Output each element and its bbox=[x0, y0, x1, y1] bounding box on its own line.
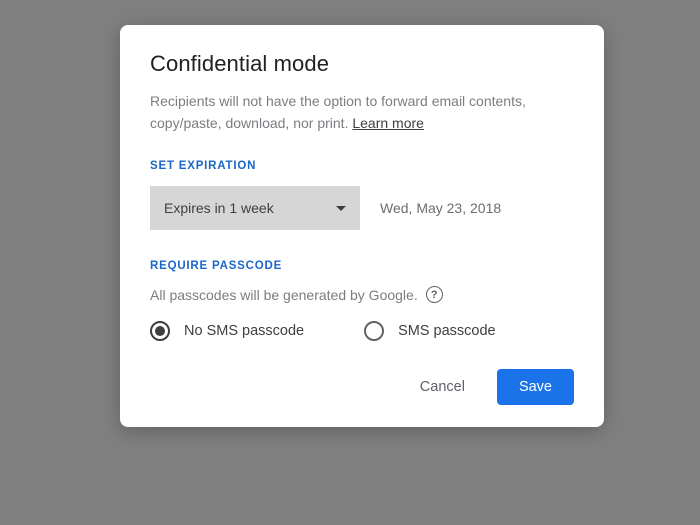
description-text: Recipients will not have the option to f… bbox=[150, 93, 526, 131]
confidential-mode-dialog: Confidential mode Recipients will not ha… bbox=[120, 25, 604, 427]
passcode-description-row: All passcodes will be generated by Googl… bbox=[150, 286, 574, 303]
dialog-actions: Cancel Save bbox=[150, 369, 574, 405]
radio-label-no-sms: No SMS passcode bbox=[184, 323, 304, 339]
expiration-date: Wed, May 23, 2018 bbox=[380, 200, 501, 216]
passcode-description: All passcodes will be generated by Googl… bbox=[150, 287, 418, 303]
radio-label-sms: SMS passcode bbox=[398, 323, 496, 339]
expiration-dropdown-value: Expires in 1 week bbox=[164, 200, 274, 216]
chevron-down-icon bbox=[336, 206, 346, 211]
radio-sms-passcode[interactable]: SMS passcode bbox=[364, 321, 496, 341]
radio-icon bbox=[364, 321, 384, 341]
learn-more-link[interactable]: Learn more bbox=[352, 115, 424, 131]
dialog-description: Recipients will not have the option to f… bbox=[150, 91, 574, 134]
save-button[interactable]: Save bbox=[497, 369, 574, 405]
help-icon[interactable]: ? bbox=[426, 286, 443, 303]
expiration-row: Expires in 1 week Wed, May 23, 2018 bbox=[150, 186, 574, 230]
passcode-options: No SMS passcode SMS passcode bbox=[150, 321, 574, 341]
set-expiration-label: SET EXPIRATION bbox=[150, 160, 574, 172]
dialog-title: Confidential mode bbox=[150, 51, 574, 77]
require-passcode-label: REQUIRE PASSCODE bbox=[150, 260, 574, 272]
radio-no-sms-passcode[interactable]: No SMS passcode bbox=[150, 321, 304, 341]
expiration-dropdown[interactable]: Expires in 1 week bbox=[150, 186, 360, 230]
radio-icon bbox=[150, 321, 170, 341]
cancel-button[interactable]: Cancel bbox=[406, 369, 479, 405]
